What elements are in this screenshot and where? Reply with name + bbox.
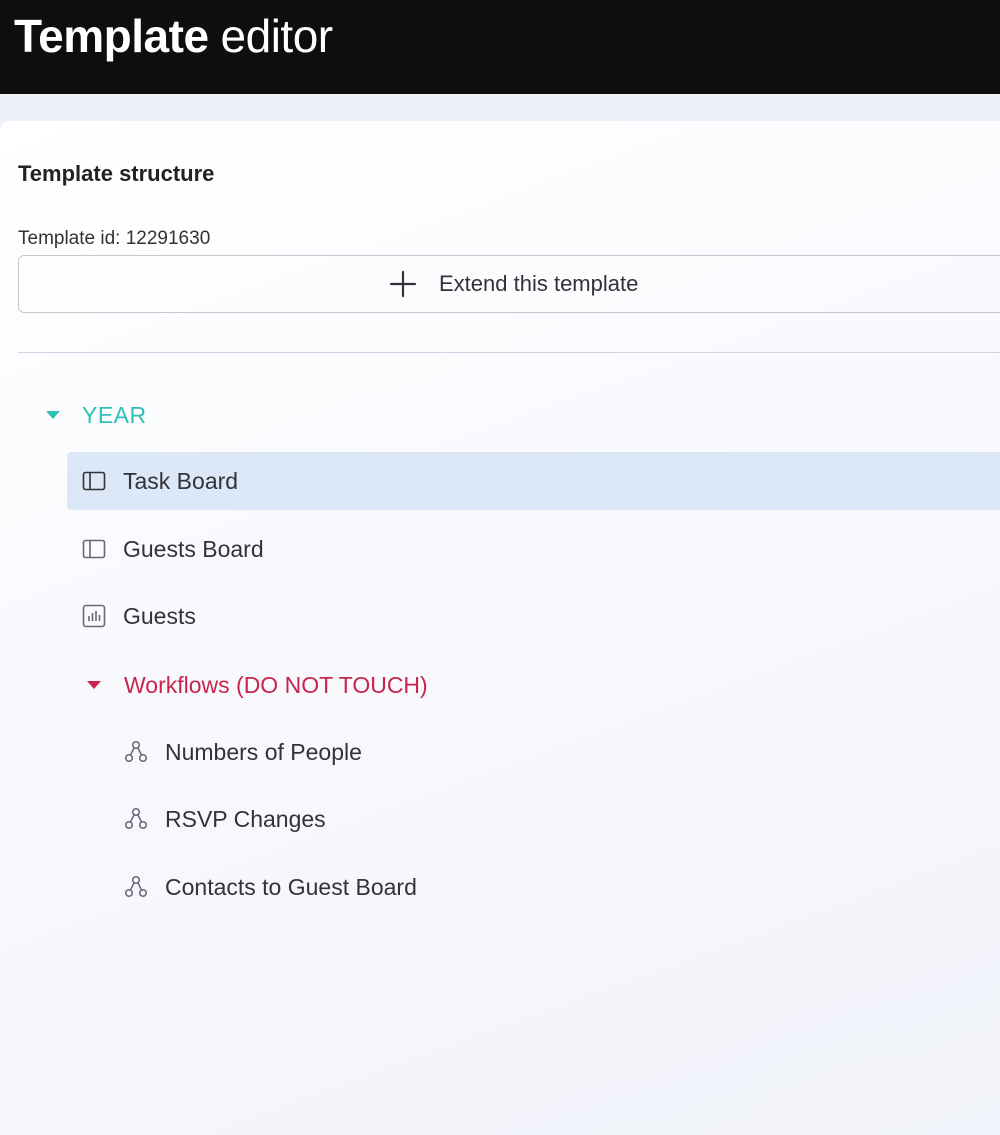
divider bbox=[18, 352, 1000, 353]
workflow-icon bbox=[124, 875, 148, 898]
tree-item-label: Numbers of People bbox=[165, 738, 362, 765]
template-id-label: Template id: 12291630 bbox=[18, 228, 211, 249]
dashboard-icon bbox=[82, 604, 106, 628]
board-icon bbox=[82, 471, 106, 491]
tree-folder-workflows[interactable]: Workflows (DO NOT TOUCH) bbox=[87, 656, 428, 714]
tree-item-rsvp-changes[interactable]: RSVP Changes bbox=[123, 790, 326, 848]
tree-item-label: Contacts to Guest Board bbox=[165, 873, 417, 900]
page-title-bold: Template bbox=[14, 10, 209, 62]
tree-item-label: Task Board bbox=[123, 467, 239, 494]
caret-down-icon[interactable] bbox=[87, 681, 101, 689]
app-header: Template editor bbox=[0, 0, 1000, 94]
template-structure-panel: Template structure Template id: 12291630… bbox=[0, 121, 1000, 1135]
board-icon bbox=[82, 539, 106, 559]
panel-title: Template structure bbox=[18, 161, 215, 186]
tree-folder-label: YEAR bbox=[82, 401, 147, 428]
extend-template-button[interactable]: Extend this template bbox=[18, 255, 1000, 313]
extend-template-label: Extend this template bbox=[439, 271, 639, 296]
plus-icon bbox=[389, 270, 417, 298]
tree-item-task-board[interactable]: Task Board bbox=[67, 452, 1000, 510]
tree-folder-year[interactable]: YEAR bbox=[46, 386, 147, 444]
tree-folder-label: Workflows (DO NOT TOUCH) bbox=[124, 671, 428, 698]
tree-item-guests[interactable]: Guests bbox=[81, 587, 196, 645]
tree-item-label: Guests Board bbox=[123, 535, 264, 562]
tree-item-label: Guests bbox=[123, 602, 196, 629]
tree-item-contacts-to-guest-board[interactable]: Contacts to Guest Board bbox=[123, 858, 417, 916]
page-title: Template editor bbox=[14, 8, 333, 64]
tree-item-guests-board[interactable]: Guests Board bbox=[81, 520, 264, 578]
caret-down-icon[interactable] bbox=[46, 411, 60, 419]
page-title-light: editor bbox=[220, 10, 334, 62]
tree-item-numbers-of-people[interactable]: Numbers of People bbox=[123, 723, 362, 781]
tree-item-label: RSVP Changes bbox=[165, 805, 326, 832]
workflow-icon bbox=[124, 740, 148, 763]
workflow-icon bbox=[124, 807, 148, 830]
